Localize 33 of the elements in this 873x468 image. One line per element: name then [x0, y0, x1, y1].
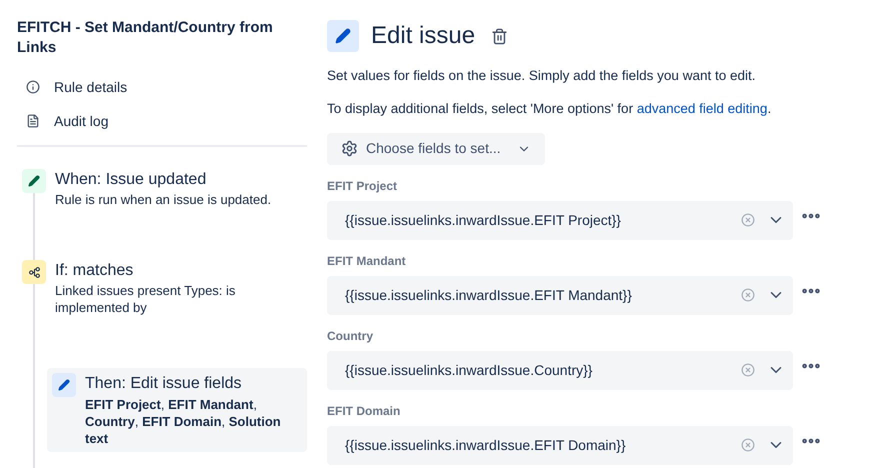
editor-title: Edit issue	[371, 21, 476, 51]
field-label: EFIT Domain	[327, 402, 402, 420]
step-description: Linked issues present Types: is implemented by	[55, 282, 236, 316]
step-description: EFIT Project, EFIT Mandant, Country, EFIT Domain, Solution text	[85, 396, 282, 447]
hint-text: To display additional fields, select 'More options' for advanced field editing.	[327, 100, 772, 118]
rule-step[interactable]: If: matches Linked issues present Types: is implemented by	[22, 260, 307, 316]
value-field[interactable]: {{issue.issuelinks.inwardIssue.Country}}	[327, 350, 793, 390]
rule-step[interactable]: When: Issue updated Rule is run when an issue is updated.	[22, 169, 307, 208]
pencil-icon	[22, 169, 46, 193]
step-title: When: Issue updated	[55, 170, 208, 190]
intro-text: Set values for fields on the issue. Simply add the fields you want to edit.	[327, 67, 756, 85]
choose-fields-button[interactable]: Choose fields to set...	[327, 132, 545, 164]
nav-item[interactable]: Rule details	[17, 70, 310, 104]
pencil-icon	[52, 373, 76, 397]
advanced-editing-link[interactable]: advanced field editing	[636, 101, 768, 116]
pencil-icon	[327, 20, 359, 52]
value-field[interactable]: {{issue.issuelinks.inwardIssue.EFIT Project}}	[327, 200, 793, 240]
info-icon	[26, 80, 40, 94]
step-title: If: matches	[55, 261, 134, 281]
nav-item[interactable]: Audit log	[17, 104, 310, 138]
value-field[interactable]: {{issue.issuelinks.inwardIssue.EFIT Mandant}}	[327, 276, 793, 314]
settings-icon	[341, 140, 358, 157]
field-label: EFIT Project	[327, 178, 398, 194]
field-label: EFIT Mandant	[327, 252, 407, 270]
step-description: Rule is run when an issue is updated.	[55, 191, 272, 208]
document-icon	[26, 114, 40, 128]
step-title: Then: Edit issue fields	[85, 374, 243, 394]
branch-icon	[22, 260, 46, 284]
rule-title: EFITCH - Set Mandant/Country from Links	[17, 18, 274, 58]
rule-step[interactable]: Then: Edit issue fields EFIT Project, EFIT Mandant, Country, EFIT Domain, Solution text	[47, 368, 307, 452]
value-field[interactable]: {{issue.issuelinks.inwardIssue.EFIT Domain}}	[327, 426, 793, 464]
delete-icon[interactable]	[491, 28, 508, 44]
field-label: Country	[327, 328, 374, 344]
